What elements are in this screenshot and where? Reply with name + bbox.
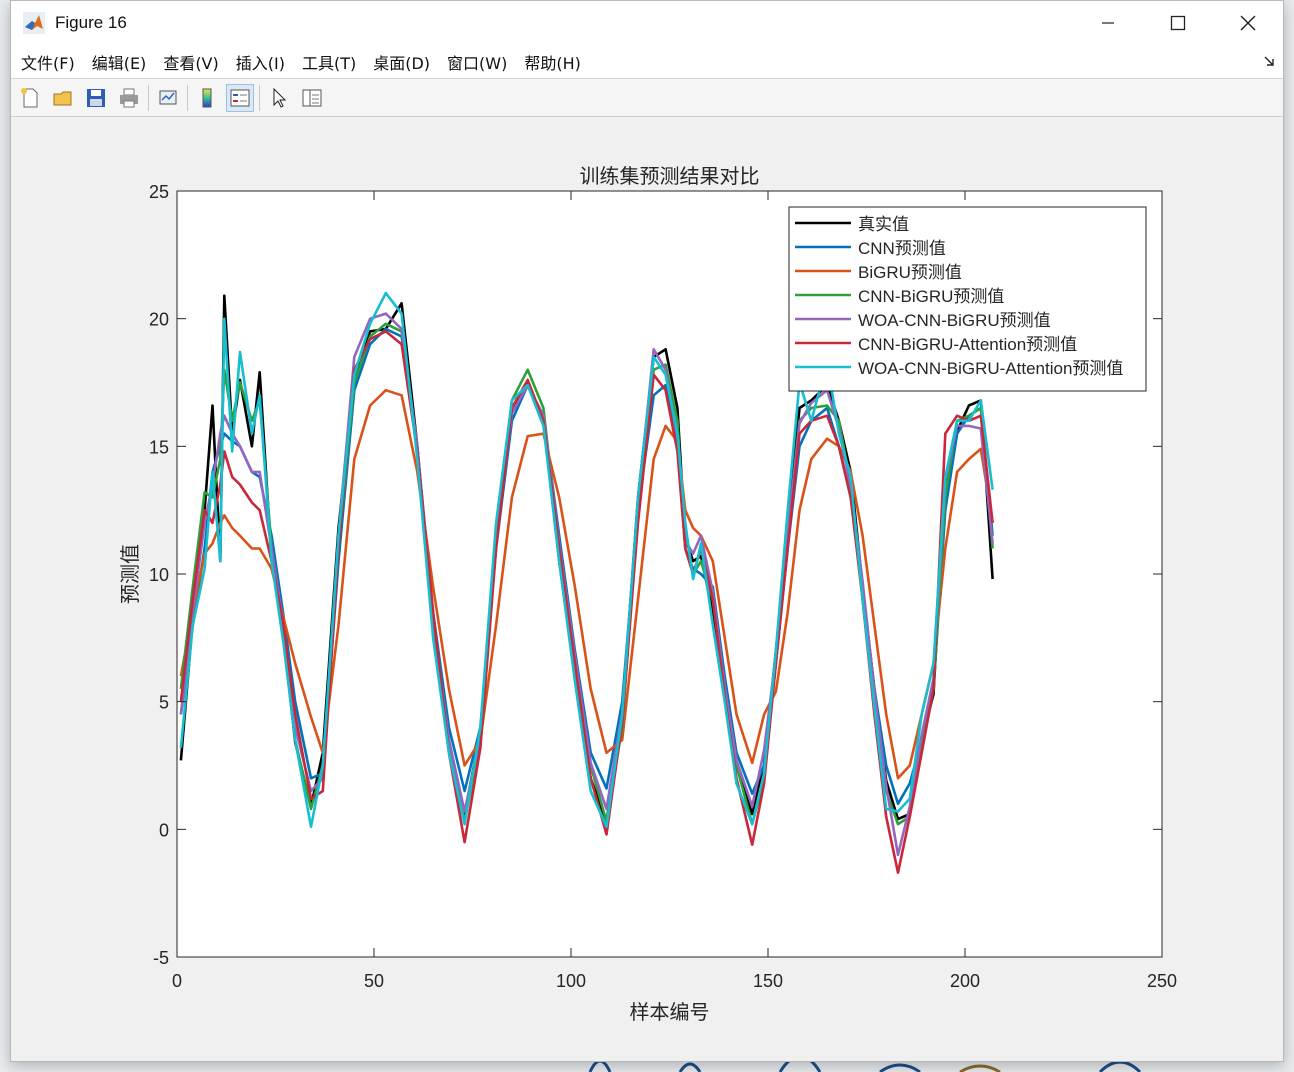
figure-window: Figure 16 文件(F) 编辑(E) 查看(V) 插入(I) 工具(T) … bbox=[10, 0, 1284, 1062]
matlab-logo-icon bbox=[23, 12, 45, 34]
insert-colorbar-icon bbox=[202, 88, 212, 107]
menu-view[interactable]: 查看(V) bbox=[159, 50, 222, 74]
menu-window[interactable]: 窗口(W) bbox=[443, 50, 511, 74]
property-inspector-button[interactable] bbox=[298, 84, 326, 112]
title-bar: Figure 16 bbox=[11, 1, 1283, 45]
save-button[interactable] bbox=[82, 84, 110, 112]
maximize-icon bbox=[1170, 15, 1186, 31]
print-button[interactable] bbox=[115, 84, 143, 112]
menu-help[interactable]: 帮助(H) bbox=[520, 50, 585, 74]
new-figure-icon bbox=[21, 87, 38, 107]
window-controls bbox=[1073, 1, 1283, 45]
window-title: Figure 16 bbox=[55, 13, 127, 32]
edit-plot-icon bbox=[273, 87, 287, 108]
open-file-icon bbox=[53, 91, 72, 105]
y-tick-label: 5 bbox=[159, 693, 169, 713]
x-tick-label: 250 bbox=[1147, 971, 1177, 991]
legend-label-5: CNN-BiGRU-Attention预测值 bbox=[858, 335, 1077, 354]
x-tick-label: 100 bbox=[556, 971, 586, 991]
menu-bar: 文件(F) 编辑(E) 查看(V) 插入(I) 工具(T) 桌面(D) 窗口(W… bbox=[11, 45, 1283, 79]
toolbar bbox=[11, 79, 1283, 117]
property-inspector-icon bbox=[302, 89, 322, 106]
insert-colorbar-button[interactable] bbox=[193, 84, 221, 112]
x-axis-label: 样本编号 bbox=[630, 1000, 710, 1024]
maximize-button[interactable] bbox=[1143, 1, 1213, 45]
menu-tools[interactable]: 工具(T) bbox=[298, 50, 360, 74]
toolbar-separator bbox=[187, 84, 188, 111]
x-tick-label: 150 bbox=[753, 971, 783, 991]
toolbar-separator bbox=[259, 84, 260, 111]
menu-desktop[interactable]: 桌面(D) bbox=[369, 50, 434, 74]
minimize-icon bbox=[1102, 22, 1114, 24]
x-tick-label: 200 bbox=[950, 971, 980, 991]
link-plot-icon bbox=[159, 90, 177, 104]
y-tick-label: 20 bbox=[149, 310, 169, 330]
legend-label-0: 真实值 bbox=[858, 215, 909, 234]
y-tick-label: 10 bbox=[149, 565, 169, 585]
x-tick-label: 0 bbox=[172, 971, 182, 991]
insert-legend-button[interactable] bbox=[226, 83, 254, 112]
y-tick-label: 0 bbox=[159, 820, 169, 840]
y-tick-label: 15 bbox=[149, 437, 169, 457]
open-file-button[interactable] bbox=[49, 84, 77, 112]
legend-label-1: CNN预测值 bbox=[858, 239, 946, 258]
new-figure-button[interactable] bbox=[16, 84, 44, 112]
y-tick-label: -5 bbox=[153, 948, 169, 968]
menu-insert[interactable]: 插入(I) bbox=[232, 50, 289, 74]
legend-label-4: WOA-CNN-BiGRU预测值 bbox=[858, 311, 1051, 330]
chart-title: 训练集预测结果对比 bbox=[580, 164, 760, 188]
save-icon bbox=[87, 88, 105, 107]
dock-arrow-icon[interactable] bbox=[1263, 55, 1275, 67]
menu-edit[interactable]: 编辑(E) bbox=[88, 50, 151, 74]
y-axis-label: 预测值 bbox=[118, 544, 142, 604]
figure-plot-svg[interactable]: 0 50 100 150 200 250-50510152025训练集预测结果对比样本编号… bbox=[11, 118, 1283, 1061]
y-tick-label: 25 bbox=[149, 182, 169, 202]
close-icon bbox=[1240, 15, 1256, 31]
legend-label-3: CNN-BiGRU预测值 bbox=[858, 287, 1004, 306]
print-icon bbox=[120, 88, 138, 107]
legend-label-2: BiGRU预测值 bbox=[858, 263, 962, 282]
minimize-button[interactable] bbox=[1073, 1, 1143, 45]
legend-label-6: WOA-CNN-BiGRU-Attention预测值 bbox=[858, 359, 1123, 378]
x-tick-label: 50 bbox=[364, 971, 384, 991]
close-button[interactable] bbox=[1213, 1, 1283, 45]
menu-file[interactable]: 文件(F) bbox=[17, 50, 79, 74]
insert-legend-icon bbox=[230, 89, 250, 106]
edit-plot-button[interactable] bbox=[265, 84, 293, 112]
link-plot-button[interactable] bbox=[154, 84, 182, 112]
toolbar-separator bbox=[148, 84, 149, 111]
